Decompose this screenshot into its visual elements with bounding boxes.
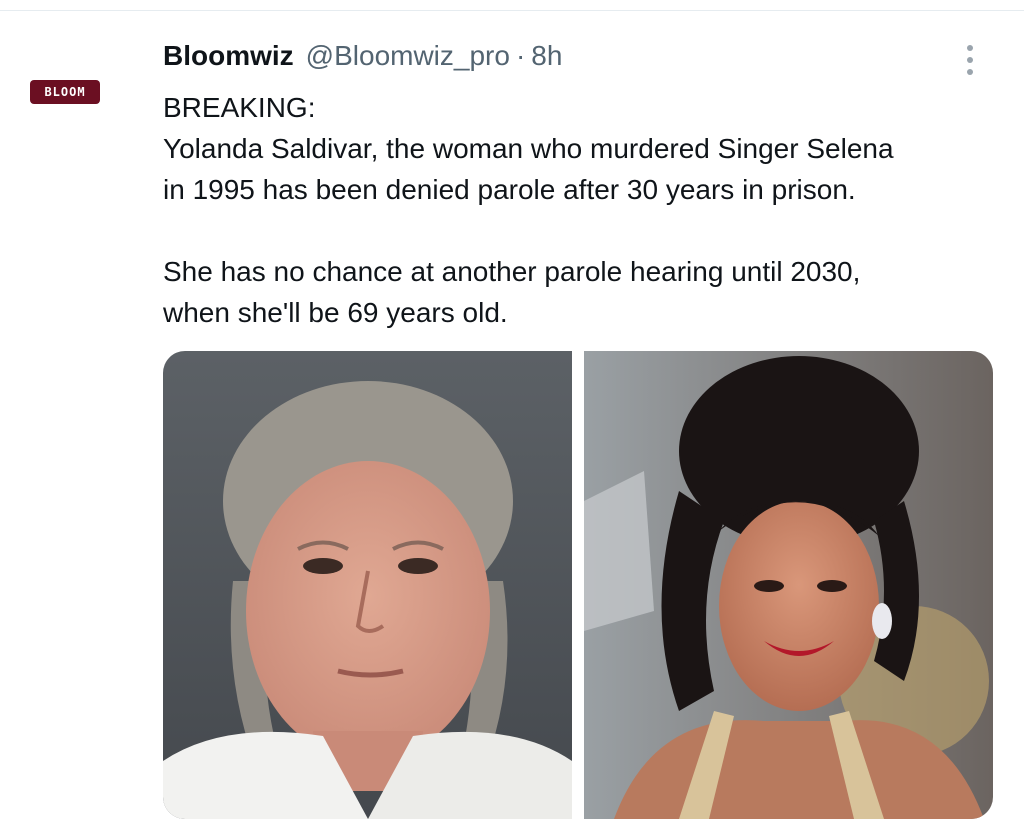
top-divider	[0, 10, 1024, 11]
tweet-line: in 1995 has been denied parole after 30 …	[163, 174, 856, 205]
tweet-header: Bloomwiz @Bloomwiz_pro · 8h	[163, 40, 562, 80]
more-vertical-icon	[967, 45, 973, 51]
avatar[interactable]: BLOOM	[30, 80, 100, 104]
mugshot-photo	[163, 351, 572, 819]
tweet-text: BREAKING: Yolanda Saldivar, the woman wh…	[163, 87, 1013, 333]
tweet-line: BREAKING:	[163, 92, 316, 123]
tweet-line: She has no chance at another parole hear…	[163, 256, 861, 287]
tweet-timestamp[interactable]: 8h	[531, 40, 562, 72]
author-handle[interactable]: @Bloomwiz_pro	[306, 40, 510, 72]
header-separator: ·	[515, 40, 526, 71]
media-photo-left[interactable]	[163, 351, 572, 819]
tweet-media[interactable]	[163, 351, 993, 819]
tweet-line: when she'll be 69 years old.	[163, 297, 508, 328]
tweet-line: Yolanda Saldivar, the woman who murdered…	[163, 133, 894, 164]
portrait-photo	[584, 351, 993, 819]
more-options-button[interactable]	[956, 40, 984, 80]
author-display-name[interactable]: Bloomwiz	[163, 40, 294, 72]
avatar-logo-text: BLOOM	[44, 85, 86, 99]
media-photo-right[interactable]	[584, 351, 993, 819]
